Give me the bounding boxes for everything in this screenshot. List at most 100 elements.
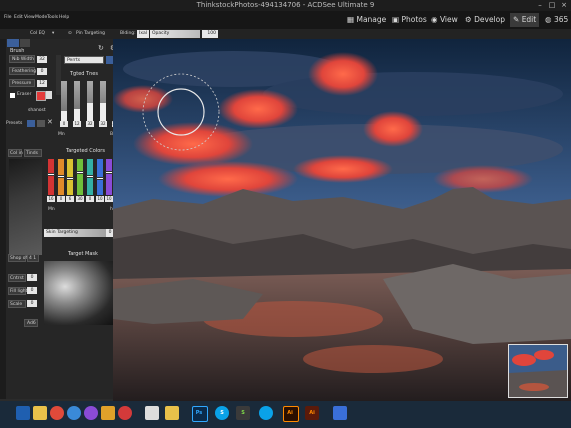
skype-icon-2[interactable] [259, 406, 273, 420]
opacity-slider[interactable]: Opacity [150, 30, 200, 38]
tone-slider-3[interactable] [100, 81, 106, 121]
eraser-tool-icon[interactable] [20, 39, 30, 47]
menu-edit[interactable]: Edit [14, 15, 23, 20]
blending-select[interactable]: Ixal [137, 30, 149, 38]
navigator-thumbnail[interactable] [508, 344, 568, 398]
grid-app-icon[interactable] [145, 406, 159, 420]
dropdown-arrow-icon[interactable]: ▾ [52, 29, 54, 39]
color-slider-6[interactable] [105, 159, 113, 195]
color-slider-knob-0[interactable] [47, 173, 55, 176]
auto-button[interactable]: Ad6 [24, 319, 38, 327]
menu-mode[interactable]: Mode [35, 15, 47, 20]
color-value-4[interactable]: 0 [86, 196, 94, 202]
pin-targeting-label[interactable]: Pin Targeting [76, 29, 105, 39]
menu-tools[interactable]: Tools [47, 15, 58, 20]
color-slider-knob-3[interactable] [76, 171, 84, 174]
skin-targeting-slider[interactable]: Skin Targeting [44, 229, 112, 237]
manage-icon: ▦ [347, 15, 355, 24]
color-slider-knob-1[interactable] [57, 175, 65, 178]
color-slider-5[interactable] [96, 159, 104, 195]
ie-icon[interactable] [67, 406, 81, 420]
mode-view[interactable]: ◉ View [431, 13, 458, 27]
nib-width-row: Nib Width [9, 55, 35, 63]
color-value-0[interactable]: 16 [47, 196, 55, 202]
brush-section-title: Brush [10, 48, 25, 54]
tone-value-1[interactable]: 12 [73, 121, 81, 127]
colorize-tab[interactable]: Col in [8, 149, 23, 157]
pressure-row: Pressure [9, 79, 35, 87]
skype-label: S [220, 410, 224, 416]
tints-tab[interactable]: Tinds [24, 149, 42, 157]
feathering-input[interactable]: 0 [37, 68, 47, 75]
screenshot-icon[interactable] [333, 406, 347, 420]
pressure-input[interactable]: 12 [37, 80, 47, 87]
presets-select[interactable]: Perrts [64, 56, 104, 64]
photo-canvas[interactable] [113, 39, 571, 401]
brush-tool-icon[interactable] [7, 39, 19, 47]
tone-value-0[interactable]: 0 [60, 121, 68, 127]
color-value-2[interactable]: 6 [66, 196, 74, 202]
color-dropdown[interactable] [46, 91, 52, 99]
eye-icon: ◉ [431, 15, 438, 24]
eraser-checkbox[interactable] [10, 93, 15, 98]
nib-width-input[interactable]: 32 [37, 56, 47, 63]
color-slider-knob-4[interactable] [86, 175, 94, 178]
preset-load-icon[interactable] [27, 120, 35, 127]
menu-help[interactable]: Help [59, 15, 69, 20]
mode-edit[interactable]: ✎ Edit [510, 13, 540, 27]
color-slider-knob-6[interactable] [105, 171, 113, 174]
mode-photos[interactable]: ▣ Photos [392, 13, 427, 27]
color-slider-knob-2[interactable] [66, 177, 74, 180]
thumbnail-preview [509, 345, 567, 397]
refresh-icon[interactable]: ↻ [98, 44, 104, 52]
media-icon[interactable] [84, 406, 98, 420]
shape-value-text: 4 1 [29, 256, 37, 261]
windows-icon[interactable] [16, 406, 30, 420]
color-slider-4[interactable] [86, 159, 94, 195]
color-slider-1[interactable] [57, 159, 65, 195]
brush-color-swatch[interactable] [36, 91, 46, 101]
tone-curve-graph[interactable] [9, 159, 42, 255]
tone-value-3[interactable]: 32 [99, 121, 107, 127]
contrast-input[interactable]: 0 [27, 274, 37, 281]
mode-manage[interactable]: ▦ Manage [347, 13, 386, 27]
color-slider-3[interactable] [76, 159, 84, 195]
maximize-button[interactable]: □ [546, 0, 558, 11]
color-slider-0[interactable] [47, 159, 55, 195]
color-value-1[interactable]: 0 [57, 196, 65, 202]
tone-value-2[interactable]: 32 [86, 121, 94, 127]
opacity-value[interactable]: 100 [202, 30, 218, 38]
menu-file[interactable]: File [4, 15, 12, 20]
file-explorer-icon[interactable] [33, 406, 47, 420]
record-icon[interactable] [118, 406, 132, 420]
fill-light-row: Fill light [8, 287, 27, 295]
tone-slider-1[interactable] [74, 81, 80, 121]
menu-view[interactable]: View [24, 15, 35, 20]
title-bar: ThinkstockPhotos-494134706 - ACDSee Ulti… [0, 0, 571, 11]
color-value-3[interactable]: 30 [76, 196, 84, 202]
mode-develop[interactable]: ⚙ Develop [465, 13, 505, 27]
store-icon[interactable] [101, 406, 115, 420]
preset-select[interactable]: Col EQ [30, 29, 45, 39]
color-slider-2[interactable] [66, 159, 74, 195]
tints-tab-label: Tinds [26, 151, 38, 156]
pin-icon[interactable]: ⊙ [68, 29, 72, 39]
folder-icon[interactable] [165, 406, 179, 420]
photos-icon: ▣ [392, 15, 400, 24]
scale-input[interactable]: 0 [27, 300, 37, 307]
preset-delete-icon[interactable]: ✕ [47, 118, 53, 126]
tone-slider-0[interactable] [61, 81, 67, 121]
fill-light-input[interactable]: 0 [27, 287, 37, 294]
color-slider-knob-5[interactable] [96, 177, 104, 180]
minimize-button[interactable]: – [534, 0, 546, 11]
mode-365[interactable]: ◍ 365 [545, 13, 568, 27]
preset-save-icon[interactable] [37, 120, 45, 127]
close-button[interactable]: × [558, 0, 570, 11]
color-value-6[interactable]: 10 [105, 196, 113, 202]
tone-slider-fill-2 [87, 103, 93, 121]
chrome-icon[interactable] [50, 406, 64, 420]
contrast-label: Cntrst [10, 276, 24, 281]
tone-slider-2[interactable] [87, 81, 93, 121]
color-value-5[interactable]: 10 [96, 196, 104, 202]
shape-value[interactable]: 4 1 [27, 254, 39, 262]
